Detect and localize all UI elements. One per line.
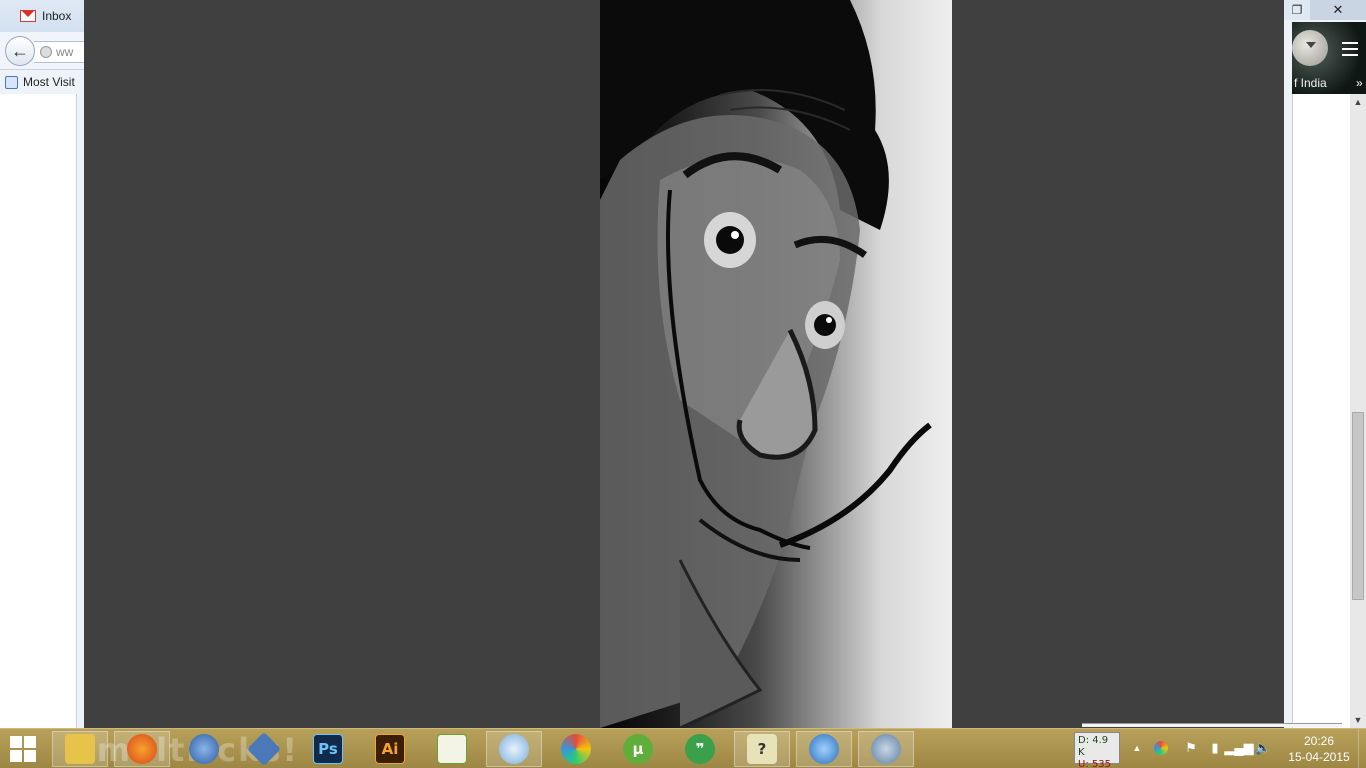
notepad-plus-icon — [437, 734, 467, 764]
globe-icon — [40, 46, 52, 58]
system-clock[interactable]: 20:26 15-04-2015 — [1288, 733, 1350, 765]
moon-image — [1292, 30, 1328, 66]
taskbar-thunderbird[interactable] — [176, 731, 232, 767]
hangouts-icon: ❞ — [685, 734, 715, 764]
back-arrow-icon: ← — [11, 40, 29, 61]
illustrator-icon: Ai — [375, 734, 405, 764]
bookmark-icon — [5, 75, 18, 89]
address-bar[interactable]: ww — [34, 41, 84, 63]
close-icon: ✕ — [1332, 2, 1344, 17]
help-notes-icon: ? — [747, 734, 777, 764]
scroll-down-icon[interactable]: ▼ — [1350, 712, 1366, 728]
bookmarks-bar: Most Visit — [0, 70, 84, 94]
taskbar-virtualbox[interactable] — [236, 731, 292, 767]
taskbar-paint[interactable] — [548, 731, 604, 767]
browser-window-left: Inbox ww ← Most Visit — [0, 0, 84, 728]
address-bar-text: ww — [56, 45, 74, 59]
taskbar: Amoltricks! Ps Ai µ ❞ ? D: 4.9 K U: 535 … — [0, 723, 1366, 768]
bookmark-most-visited[interactable]: Most Visit — [23, 75, 75, 89]
network-globe-icon — [809, 734, 839, 764]
close-button[interactable]: ✕ — [1310, 0, 1366, 20]
image-viewer-overlay — [84, 0, 1284, 728]
upload-speed: U: 535 — [1078, 759, 1111, 768]
clock-time: 20:26 — [1303, 734, 1335, 748]
restore-button[interactable]: ❐ — [1284, 0, 1310, 20]
page-content-right — [1292, 94, 1350, 728]
taskbar-notepad-plus[interactable] — [424, 731, 480, 767]
taskbar-help-notes[interactable]: ? — [734, 731, 790, 767]
window-controls: ❐ ✕ — [1284, 0, 1366, 22]
taskbar-firefox[interactable] — [114, 731, 170, 767]
back-button[interactable]: ← — [5, 36, 35, 66]
portrait-illustration — [600, 0, 932, 728]
chevron-down-icon[interactable] — [1306, 42, 1316, 48]
vertical-scrollbar[interactable]: ▲ ▼ — [1350, 94, 1366, 728]
taskbar-network-globe[interactable] — [796, 731, 852, 767]
restore-icon: ❐ — [1291, 3, 1303, 17]
scroll-thumb[interactable] — [1352, 412, 1364, 600]
wifi-signal-icon[interactable]: ▂▄▆ — [1224, 739, 1253, 757]
paint-icon — [561, 734, 591, 764]
scroll-up-icon[interactable]: ▲ — [1350, 94, 1366, 110]
taskbar-file-explorer[interactable] — [52, 731, 108, 767]
browser-window-right: ❐ ✕ f India » ▲ ▼ — [1284, 0, 1366, 728]
volume-icon[interactable]: 🔈 — [1254, 739, 1272, 757]
portrait-photo — [600, 0, 952, 728]
taskbar-utorrent[interactable]: µ — [610, 731, 666, 767]
start-button[interactable] — [6, 735, 40, 763]
hamburger-menu-icon[interactable] — [1342, 42, 1358, 56]
upload-app-icon — [499, 734, 529, 764]
taskbar-upload-app[interactable] — [486, 731, 542, 767]
tab-inbox[interactable]: Inbox — [20, 4, 71, 28]
show-desktop-button[interactable] — [1358, 729, 1366, 768]
bookmark-overflow-label[interactable]: f India — [1294, 76, 1327, 90]
show-hidden-icons-icon[interactable]: ▲ — [1128, 739, 1146, 757]
clock-date: 15-04-2015 — [1288, 750, 1350, 764]
paint-tray-icon[interactable] — [1152, 739, 1170, 757]
file-explorer-icon — [65, 734, 95, 764]
photoshop-icon: Ps — [313, 734, 343, 764]
battery-icon[interactable]: ▮ — [1206, 739, 1224, 757]
action-center-flag-icon[interactable]: ⚑ — [1182, 739, 1200, 757]
navigation-bar: ww ← — [0, 32, 84, 70]
chevron-more-icon[interactable]: » — [1356, 76, 1363, 90]
tab-title: Inbox — [42, 9, 72, 23]
gmail-icon — [20, 10, 36, 22]
download-speed: D: 4.9 K — [1078, 735, 1109, 758]
browser-theme-header: f India » — [1292, 22, 1366, 94]
thunderbird-icon — [189, 734, 219, 764]
tray-popup-edge — [1082, 723, 1342, 727]
taskbar-system-tool[interactable] — [858, 731, 914, 767]
taskbar-photoshop[interactable]: Ps — [300, 731, 356, 767]
taskbar-illustrator[interactable]: Ai — [362, 731, 418, 767]
system-tool-icon — [871, 734, 901, 764]
page-content-left — [0, 94, 77, 728]
firefox-icon — [127, 734, 157, 764]
utorrent-icon: µ — [623, 734, 653, 764]
virtualbox-icon — [247, 732, 281, 766]
tab-strip: Inbox — [0, 0, 84, 32]
network-meter[interactable]: D: 4.9 K U: 535 — [1074, 732, 1120, 768]
taskbar-hangouts[interactable]: ❞ — [672, 731, 728, 767]
